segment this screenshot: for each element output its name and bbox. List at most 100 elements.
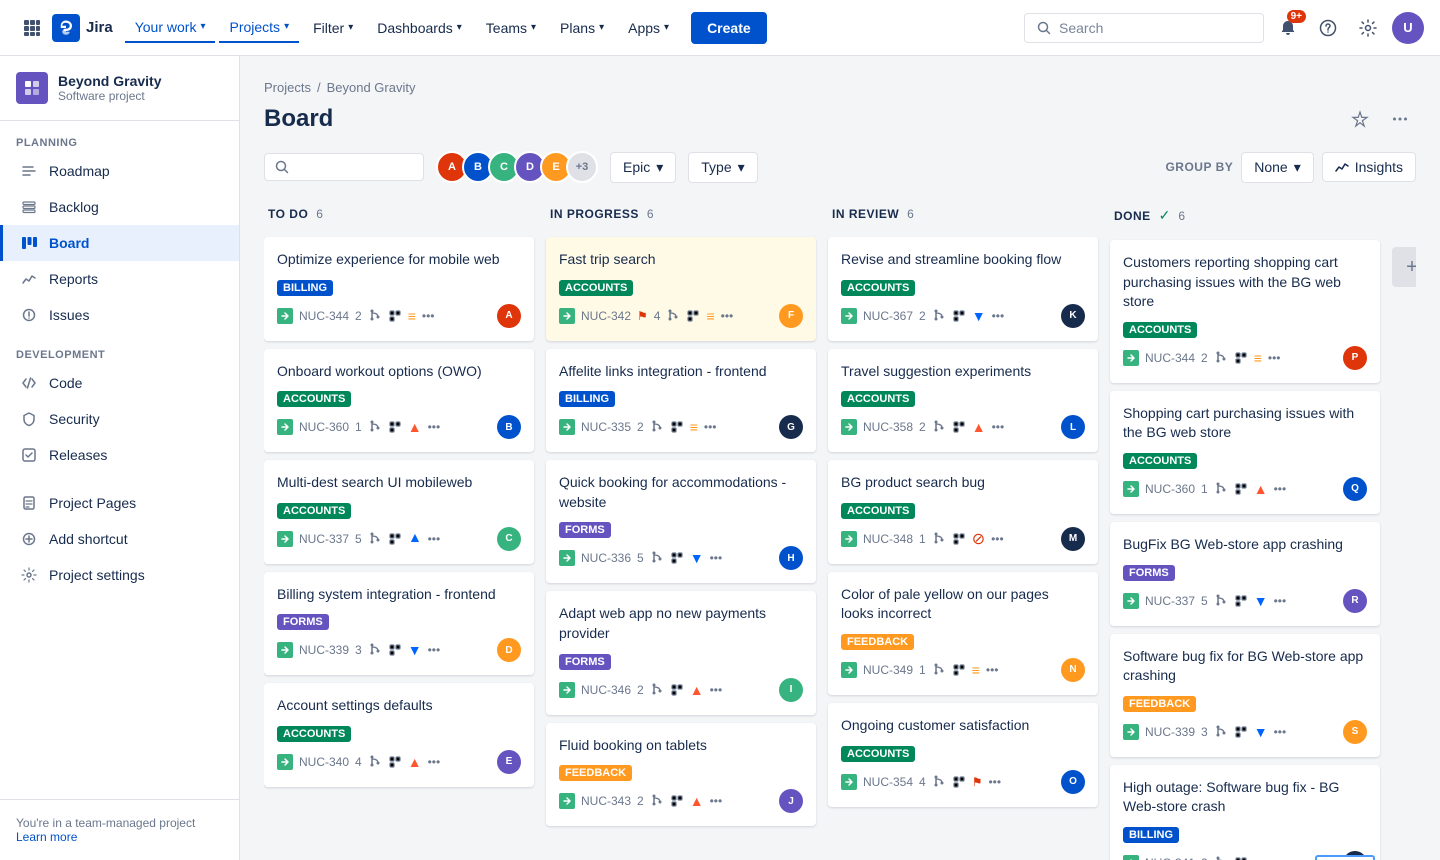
breadcrumb-beyond-gravity[interactable]: Beyond Gravity [327, 80, 416, 95]
branch-icon [368, 643, 382, 657]
nav-teams[interactable]: Teams ▾ [476, 14, 546, 42]
card-done-1[interactable]: Customers reporting shopping cart purcha… [1110, 240, 1380, 383]
settings-button[interactable] [1352, 12, 1384, 44]
nav-apps[interactable]: Apps ▾ [618, 14, 679, 42]
user-avatar[interactable]: U [1392, 12, 1424, 44]
card-more-button[interactable]: ••• [991, 532, 1004, 546]
sidebar-item-backlog[interactable]: Backlog [0, 189, 239, 225]
branch-icon [932, 532, 946, 546]
issue-icon [841, 662, 857, 678]
nav-projects[interactable]: Projects ▾ [219, 13, 299, 43]
create-button[interactable]: Create [691, 12, 767, 44]
card-more-button[interactable]: ••• [1274, 594, 1287, 608]
sidebar-item-code[interactable]: Code [0, 365, 239, 401]
sidebar-item-issues[interactable]: Issues [0, 297, 239, 333]
card-done-3[interactable]: BugFix BG Web-store app crashing FORMS N… [1110, 522, 1380, 626]
card-more-button[interactable]: ••• [710, 551, 723, 565]
card-nuc-346[interactable]: Adapt web app no new payments provider F… [546, 591, 816, 714]
card-nuc-337[interactable]: Multi-dest search UI mobileweb ACCOUNTS … [264, 460, 534, 564]
sidebar-item-releases[interactable]: Releases [0, 437, 239, 473]
sidebar-item-add-shortcut[interactable]: Add shortcut [0, 521, 239, 557]
card-more-button[interactable]: ••• [710, 794, 723, 808]
card-done-2[interactable]: Shopping cart purchasing issues with the… [1110, 391, 1380, 514]
sidebar-item-security[interactable]: Security [0, 401, 239, 437]
sidebar-item-project-settings[interactable]: Project settings [0, 557, 239, 593]
nav-filter[interactable]: Filter ▾ [303, 14, 363, 42]
card-nuc-336[interactable]: Quick booking for accommodations - websi… [546, 460, 816, 583]
notifications-button[interactable]: 9+ [1272, 12, 1304, 44]
card-more-button[interactable]: ••• [988, 775, 1001, 789]
card-more-button[interactable]: ••• [1268, 351, 1281, 365]
card-editing-overlay[interactable] [1315, 855, 1375, 860]
card-more-button[interactable]: ••• [428, 755, 441, 769]
project-type: Software project [58, 89, 161, 103]
nav-plans[interactable]: Plans ▾ [550, 14, 614, 42]
card-more-button[interactable]: ••• [428, 532, 441, 546]
priority-icon-high: ▲ [690, 682, 704, 698]
card-more-button[interactable]: ••• [992, 309, 1005, 323]
card-footer: NUC-337 5 ▼ ••• R [1123, 589, 1367, 613]
subtasks-icon [952, 420, 966, 434]
card-nuc-344[interactable]: Optimize experience for mobile web BILLI… [264, 237, 534, 341]
avatar-more[interactable]: +3 [566, 151, 598, 183]
card-avatar: H [779, 546, 803, 570]
card-more-button[interactable]: ••• [1274, 725, 1287, 739]
card-nuc-339[interactable]: Billing system integration - frontend FO… [264, 572, 534, 676]
card-more-button[interactable]: ••• [710, 683, 723, 697]
card-more-button[interactable]: ••• [704, 420, 717, 434]
card-nuc-348[interactable]: BG product search bug ACCOUNTS NUC-348 1… [828, 460, 1098, 564]
sidebar-item-board[interactable]: Board [0, 225, 239, 261]
sidebar-item-reports[interactable]: Reports [0, 261, 239, 297]
card-more-button[interactable]: ••• [1274, 856, 1287, 860]
card-footer: NUC-367 2 ▼ ••• K [841, 304, 1085, 328]
chevron-down-icon: ▾ [200, 21, 205, 32]
card-more-button[interactable]: ••• [992, 420, 1005, 434]
jira-logo[interactable]: Jira [52, 14, 113, 42]
column-title-done: DONE [1114, 209, 1151, 223]
card-nuc-360[interactable]: Onboard workout options (OWO) ACCOUNTS N… [264, 349, 534, 453]
project-name: Beyond Gravity [58, 73, 161, 89]
card-nuc-358[interactable]: Travel suggestion experiments ACCOUNTS N… [828, 349, 1098, 453]
priority-icon-high: ▲ [408, 754, 422, 770]
card-nuc-354[interactable]: Ongoing customer satisfaction ACCOUNTS N… [828, 703, 1098, 807]
issue-icon [1123, 350, 1139, 366]
card-nuc-340[interactable]: Account settings defaults ACCOUNTS NUC-3… [264, 683, 534, 787]
branch-icon [368, 532, 382, 546]
card-nuc-335[interactable]: Affelite links integration - frontend BI… [546, 349, 816, 453]
card-nuc-343[interactable]: Fluid booking on tablets FEEDBACK NUC-34… [546, 723, 816, 827]
card-more-button[interactable]: ••• [986, 663, 999, 677]
column-todo: TO DO 6 Optimize experience for mobile w… [264, 199, 534, 860]
more-button[interactable] [1384, 103, 1416, 135]
group-by-dropdown[interactable]: None ▾ [1241, 152, 1314, 183]
card-more-button[interactable]: ••• [428, 420, 441, 434]
branch-icon [932, 663, 946, 677]
branch-icon [650, 551, 664, 565]
card-more-button[interactable]: ••• [721, 309, 734, 323]
grid-menu-button[interactable] [16, 12, 48, 44]
card-nuc-367[interactable]: Revise and streamline booking flow ACCOU… [828, 237, 1098, 341]
card-more-button[interactable]: ••• [1274, 482, 1287, 496]
card-more-button[interactable]: ••• [422, 309, 435, 323]
breadcrumb-projects[interactable]: Projects [264, 80, 311, 95]
type-filter-dropdown[interactable]: Type ▾ [688, 152, 757, 183]
card-done-4[interactable]: Software bug fix for BG Web-store app cr… [1110, 634, 1380, 757]
epic-filter-dropdown[interactable]: Epic ▾ [610, 152, 676, 183]
add-column-button[interactable]: + [1392, 247, 1416, 287]
card-more-button[interactable]: ••• [428, 643, 441, 657]
nav-dashboards[interactable]: Dashboards ▾ [367, 14, 472, 42]
card-label: ACCOUNTS [841, 280, 915, 296]
board-search[interactable] [264, 153, 424, 181]
insights-button[interactable]: Insights [1322, 152, 1416, 182]
branch-icon [1214, 856, 1228, 860]
help-button[interactable] [1312, 12, 1344, 44]
card-done-5[interactable]: High outage: Software bug fix - BG Web-s… [1110, 765, 1380, 860]
star-button[interactable] [1344, 103, 1376, 135]
card-nuc-349[interactable]: Color of pale yellow on our pages looks … [828, 572, 1098, 695]
search-box[interactable]: Search [1024, 13, 1264, 43]
nav-your-work[interactable]: Your work ▾ [125, 13, 216, 43]
sidebar-item-project-pages[interactable]: Project Pages [0, 485, 239, 521]
sidebar-item-roadmap[interactable]: Roadmap [0, 153, 239, 189]
learn-more-link[interactable]: Learn more [16, 830, 77, 844]
card-nuc-342[interactable]: Fast trip search ACCOUNTS NUC-342 ⚑ 4 ≡ … [546, 237, 816, 341]
branch-icon [666, 309, 680, 323]
